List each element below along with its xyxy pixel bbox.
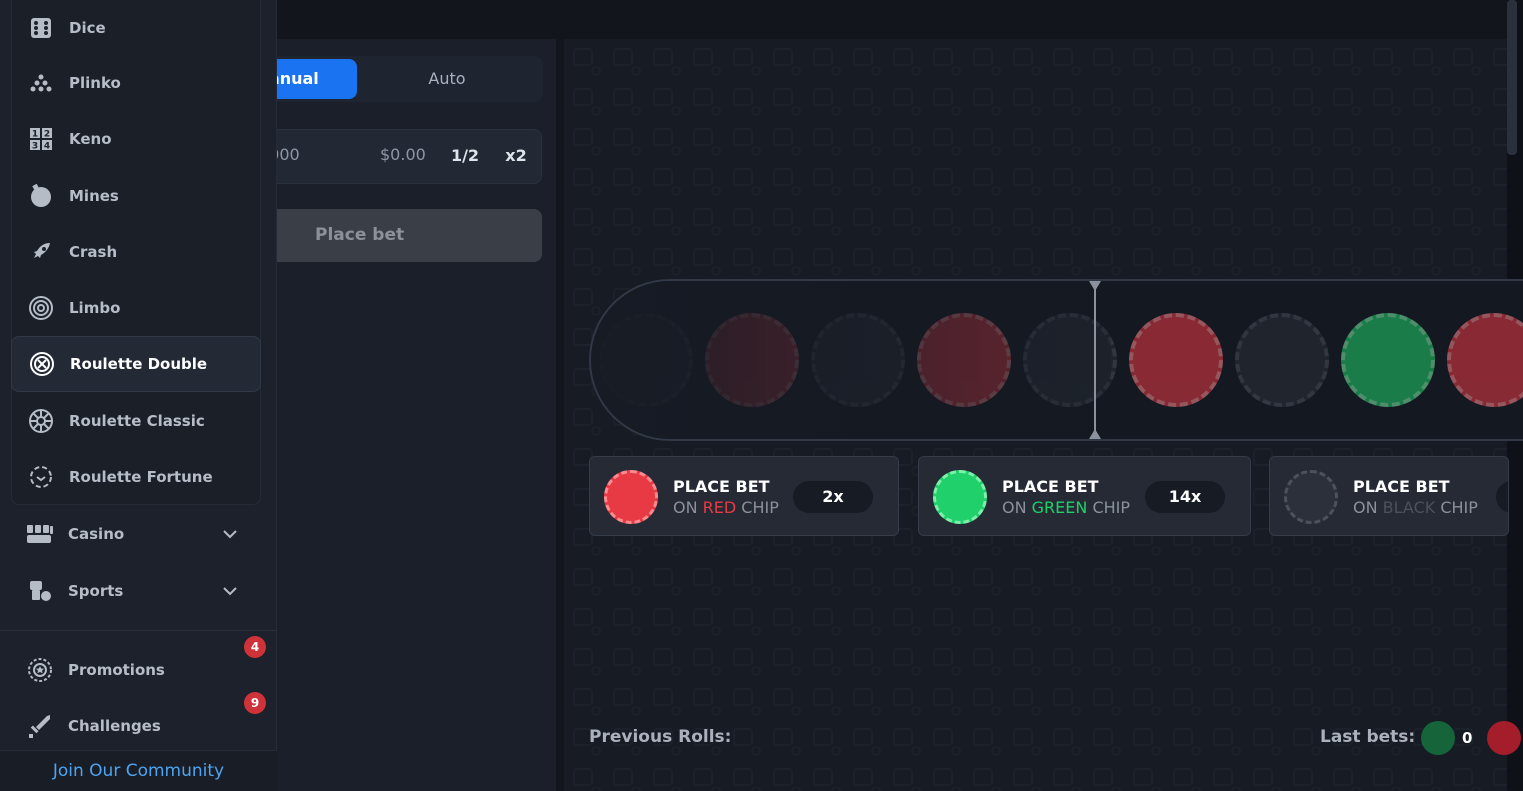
chevron-down-icon[interactable]: [220, 581, 240, 601]
bet-red-subtitle: ON RED CHIP: [673, 498, 779, 517]
plinko-icon: [28, 70, 54, 96]
chevron-down-icon[interactable]: [220, 524, 240, 544]
svg-text:4: 4: [44, 142, 50, 152]
sidebar-item-promotions[interactable]: Promotions: [12, 642, 262, 698]
mines-icon: [28, 183, 54, 209]
sidebar-item-keno[interactable]: 1234 Keno: [11, 111, 261, 167]
reel-fade: [591, 281, 1111, 439]
sidebar-item-roulette-fortune[interactable]: Roulette Fortune: [11, 449, 261, 505]
promotions-icon: [26, 656, 54, 684]
sidebar-item-label: Promotions: [68, 661, 165, 679]
place-bet-button[interactable]: Place bet: [277, 209, 542, 262]
rocket-icon: [28, 239, 54, 265]
sidebar-item-label: Limbo: [69, 299, 121, 317]
sidebar-item-label: Challenges: [68, 717, 161, 735]
bet-amount-input[interactable]: 0.00000000: [277, 145, 325, 164]
sidebar-item-roulette-double[interactable]: Roulette Double: [11, 336, 261, 392]
sidebar-item-label: Crash: [69, 243, 118, 261]
sidebar-item-plinko[interactable]: Plinko: [11, 55, 261, 111]
last-bets-green-chip-icon: [1421, 721, 1455, 755]
sidebar-item-limbo[interactable]: Limbo: [11, 280, 261, 336]
sidebar-item-mines[interactable]: Mines: [11, 168, 261, 224]
mode-auto-tab[interactable]: Auto: [357, 59, 537, 99]
reel-chip-black: [1235, 313, 1329, 407]
pointer-top-arrow: [1089, 281, 1101, 291]
bet-black-subtitle: ON BLACK CHIP: [1353, 498, 1478, 517]
sidebar-item-label: Roulette Classic: [69, 412, 205, 430]
mode-manual-tab[interactable]: Manual: [277, 59, 357, 99]
bet-green-title: PLACE BET: [1002, 477, 1099, 496]
bet-red-multiplier: 2x: [793, 481, 873, 513]
bet-green-subtitle: ON GREEN CHIP: [1002, 498, 1131, 517]
sidebar-item-label: Roulette Double: [70, 355, 208, 373]
roulette-fortune-icon: [28, 464, 54, 490]
bet-double-button[interactable]: x2: [496, 138, 536, 174]
challenges-badge: 9: [244, 692, 266, 714]
reel-chip-red: [1129, 313, 1223, 407]
sidebar-item-label: Keno: [69, 130, 112, 148]
red-chip-icon: [604, 470, 658, 524]
sidebar-item-label: Mines: [69, 187, 119, 205]
sidebar-item-label: Roulette Fortune: [69, 468, 213, 486]
reel-chip-red: [1447, 313, 1523, 407]
sports-icon: [26, 577, 54, 605]
previous-rolls-label: Previous Rolls:: [589, 727, 732, 747]
bet-black-multiplier: 2x: [1496, 481, 1508, 513]
green-chip-icon: [933, 470, 987, 524]
bet-green-card[interactable]: PLACE BET ON GREEN CHIP 14x: [918, 456, 1251, 536]
sidebar-item-dice[interactable]: Dice: [11, 0, 261, 56]
bet-black-card[interactable]: PLACE BET ON BLACK CHIP 2x: [1269, 456, 1509, 536]
bet-red-title: PLACE BET: [673, 477, 770, 496]
svg-text:1: 1: [32, 130, 38, 140]
sidebar-item-label: Dice: [69, 19, 106, 37]
svg-text:2: 2: [44, 130, 50, 140]
page-scrollbar-thumb[interactable]: [1507, 0, 1517, 155]
sidebar-item-label: Plinko: [69, 74, 121, 92]
svg-text:3: 3: [32, 142, 38, 152]
bet-green-multiplier: 14x: [1145, 481, 1225, 513]
bet-amount-usd: $0.00: [380, 145, 426, 164]
sword-icon: [26, 712, 54, 740]
casino-icon: [26, 520, 54, 548]
last-bets-red-chip-icon: [1487, 721, 1521, 755]
bet-red-card[interactable]: PLACE BET ON RED CHIP 2x: [589, 456, 899, 536]
bet-half-button[interactable]: 1/2: [444, 138, 486, 174]
sidebar-category-sports[interactable]: Sports: [12, 563, 262, 619]
panel-divider: [556, 39, 564, 791]
black-chip-icon: [1284, 470, 1338, 524]
sidebar-divider: [0, 630, 277, 631]
pointer-bottom-arrow: [1089, 429, 1101, 439]
sidebar-item-crash[interactable]: Crash: [11, 224, 261, 280]
sidebar: Dice Plinko 1234 Keno Mines Crash Limbo: [0, 0, 277, 791]
roulette-reel: [589, 279, 1523, 441]
reel-chip-green: [1341, 313, 1435, 407]
last-bets-green-count: 0: [1462, 729, 1473, 747]
roulette-wheel-icon: [28, 408, 54, 434]
promotions-badge: 4: [244, 636, 266, 658]
sidebar-category-label: Casino: [68, 525, 125, 543]
sidebar-item-roulette-classic[interactable]: Roulette Classic: [11, 393, 261, 449]
dice-icon: [28, 15, 54, 41]
limbo-icon: [28, 295, 54, 321]
reel-pointer: [1094, 282, 1096, 438]
join-community-link[interactable]: Join Our Community: [0, 750, 277, 791]
roulette-double-icon: [29, 351, 55, 377]
sidebar-item-challenges[interactable]: Challenges: [12, 698, 262, 754]
keno-icon: 1234: [28, 126, 54, 152]
sidebar-category-casino[interactable]: Casino: [12, 506, 262, 562]
bet-black-title: PLACE BET: [1353, 477, 1450, 496]
last-bets-label: Last bets:: [1320, 727, 1416, 747]
sidebar-category-label: Sports: [68, 582, 124, 600]
